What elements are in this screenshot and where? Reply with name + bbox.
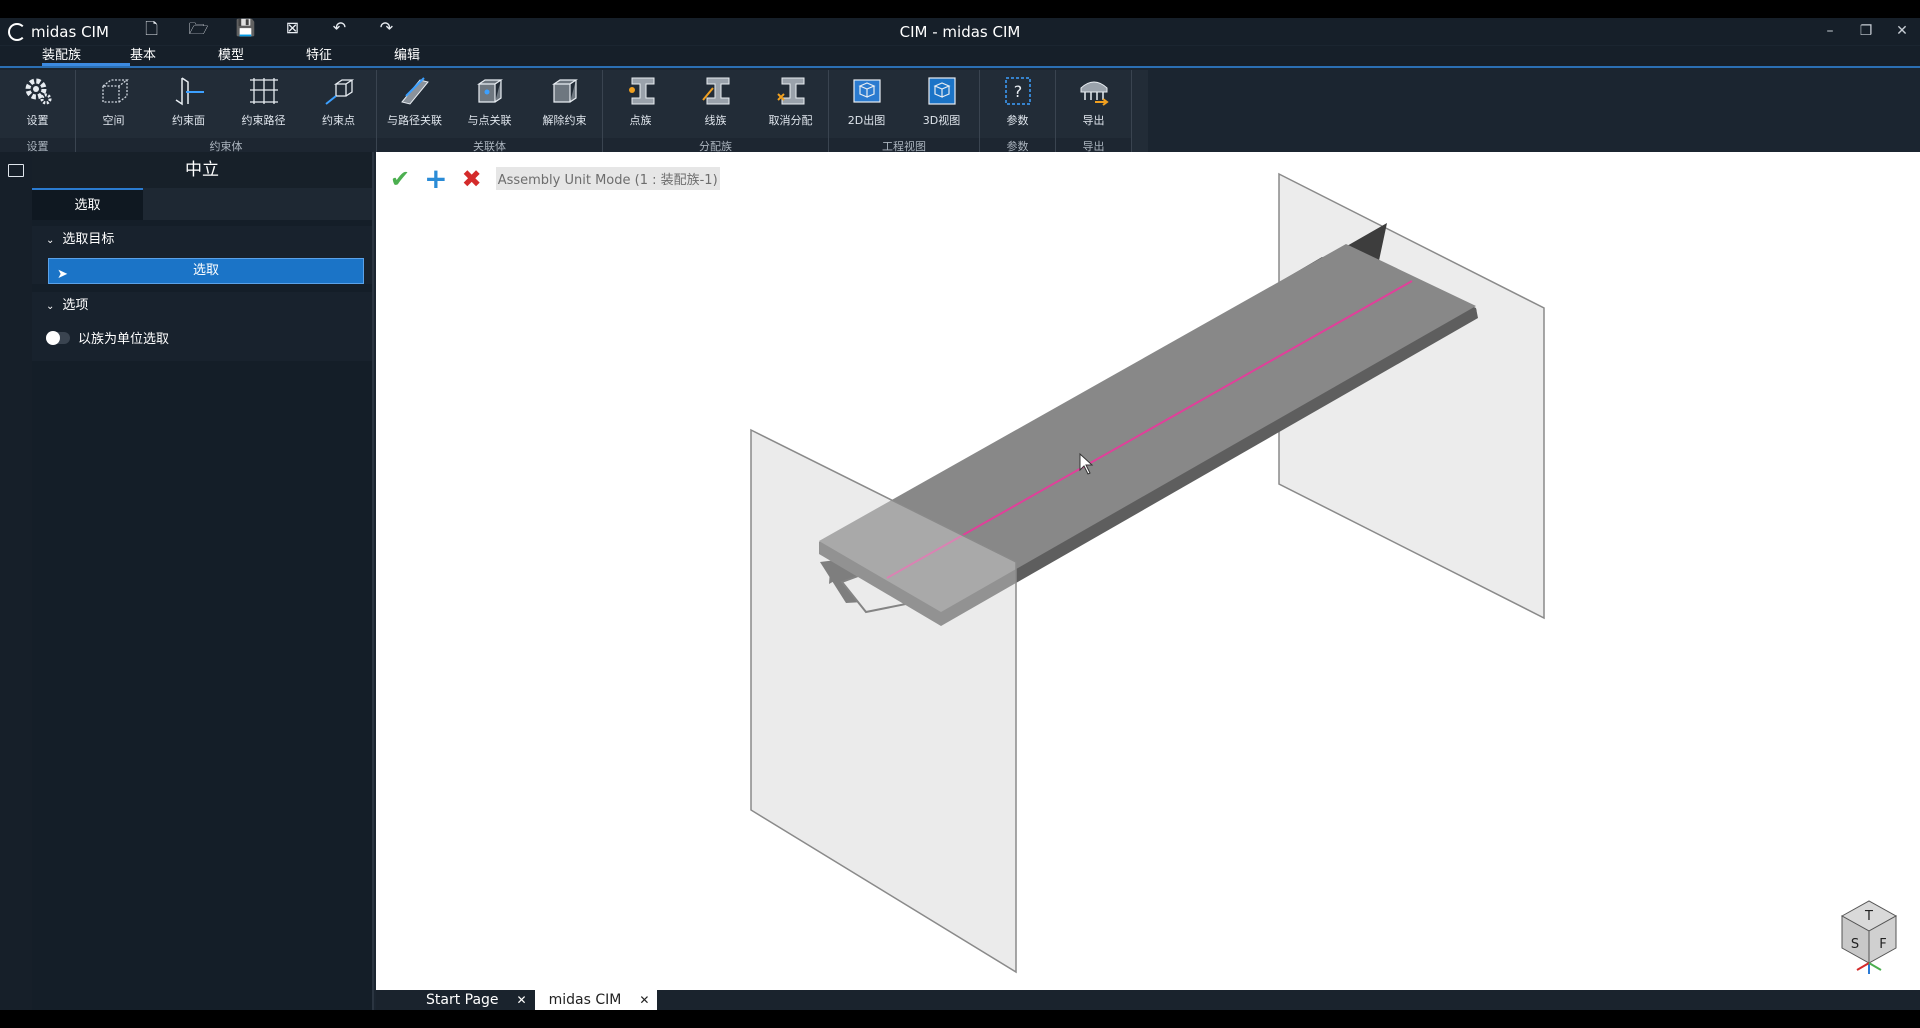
redo-icon[interactable]: ↷ <box>363 18 410 45</box>
constraint-point-icon <box>322 74 356 108</box>
chevron-down-icon: ⌄ <box>46 235 55 246</box>
path-link-icon <box>398 74 432 108</box>
constraint-plane-icon <box>172 74 206 108</box>
app-window: midas CIM 🗋 🗁 💾 ⊠ ↶ ↷ CIM - midas CIM – … <box>0 18 1920 1010</box>
export-icon <box>1077 74 1111 108</box>
menu-item-assembly[interactable]: 装配族 <box>42 46 130 66</box>
menu-item-basic[interactable]: 基本 <box>130 46 218 66</box>
menu-bar: 装配族 基本 模型 特征 编辑 <box>0 46 1920 68</box>
release-constraint-button[interactable]: 解除约束 <box>527 74 602 128</box>
svg-text:?: ? <box>1013 82 1022 101</box>
path-link-button[interactable]: 与路径关联 <box>377 74 452 128</box>
unassign-button[interactable]: 取消分配 <box>753 74 828 128</box>
constraint-path-icon <box>247 74 281 108</box>
point-link-button[interactable]: 与点关联 <box>452 74 527 128</box>
nav-cube-right-label: F <box>1879 937 1886 952</box>
nav-cube-top-label: T <box>1864 909 1873 924</box>
point-family-icon <box>624 74 658 108</box>
space-button[interactable]: 空间 <box>76 74 151 128</box>
close-icon[interactable]: ✕ <box>1884 18 1920 45</box>
view-3d-icon <box>925 74 959 108</box>
section-header[interactable]: ⌄ 选取目标 <box>32 226 372 254</box>
doc-tab-midas-cim[interactable]: midas CIM ✕ <box>534 990 658 1010</box>
section-header[interactable]: ⌄ 选项 <box>32 292 372 320</box>
view-3d-button[interactable]: 3D视图 <box>904 74 979 128</box>
panel-toggle-icon[interactable] <box>8 164 24 177</box>
restore-icon[interactable]: ❐ <box>1848 18 1884 45</box>
nav-cube-left-label: S <box>1851 937 1859 952</box>
tab-select[interactable]: 选取 <box>32 188 143 220</box>
line-family-icon <box>699 74 733 108</box>
new-file-icon[interactable]: 🗋 <box>128 18 175 45</box>
toggle-switch[interactable] <box>46 330 70 345</box>
side-strip <box>0 152 32 1010</box>
minimize-icon[interactable]: – <box>1812 18 1848 45</box>
constraint-point-button[interactable]: 约束点 <box>301 74 376 128</box>
model-scene: T S F <box>750 172 1898 974</box>
title-bar: midas CIM 🗋 🗁 💾 ⊠ ↶ ↷ CIM - midas CIM – … <box>0 18 1920 45</box>
ribbon-group-engineering-view: 2D出图 3D视图 工程视图 <box>829 70 980 153</box>
cursor-icon: ➤ <box>57 267 68 282</box>
gear-icon <box>21 74 55 108</box>
release-constraint-icon <box>548 74 582 108</box>
select-button[interactable]: ➤ 选取 <box>48 258 364 284</box>
ribbon-group-settings: 设置 设置 <box>0 70 76 153</box>
document-tab-bar: Start Page ✕ midas CIM ✕ <box>376 990 1920 1010</box>
section-select-target: ⌄ 选取目标 ➤ 选取 <box>32 226 372 284</box>
app-logo: midas CIM <box>0 22 120 41</box>
open-folder-icon[interactable]: 🗁 <box>175 18 222 45</box>
family-unit-toggle[interactable]: 以族为单位选取 <box>32 320 372 361</box>
parameter-icon: ? <box>1001 74 1035 108</box>
panel-title: 中立 <box>32 152 372 188</box>
parameter-button[interactable]: ? 参数 <box>980 74 1055 128</box>
ribbon-group-constraint-body: 空间 约束面 约束路径 约束点 约束体 <box>76 70 377 153</box>
nav-cube[interactable]: T S F <box>1840 900 1898 974</box>
space-icon <box>97 74 131 108</box>
quick-access-toolbar: 🗋 🗁 💾 ⊠ ↶ ↷ <box>128 18 410 45</box>
ribbon-group-link-body: 与路径关联 与点关联 解除约束 关联体 <box>377 70 603 153</box>
midas-logo-icon <box>8 22 26 41</box>
constraint-plane-button[interactable]: 约束面 <box>151 74 226 128</box>
close-icon[interactable]: ✕ <box>517 993 527 1007</box>
property-panel: 中立 选取 ⌄ 选取目标 ➤ 选取 ⌄ 选项 以族为单位选取 <box>32 152 374 1010</box>
menu-item-model[interactable]: 模型 <box>218 46 306 66</box>
window-controls: – ❐ ✕ <box>1812 18 1920 45</box>
chevron-down-icon: ⌄ <box>46 301 55 312</box>
export-button[interactable]: 导出 <box>1056 74 1131 128</box>
drawing-2d-button[interactable]: 2D出图 <box>829 74 904 128</box>
ribbon-group-assign-family: 点族 线族 取消分配 分配族 <box>603 70 829 153</box>
close-file-icon[interactable]: ⊠ <box>269 18 316 45</box>
logo-text: midas CIM <box>31 22 109 41</box>
line-family-button[interactable]: 线族 <box>678 74 753 128</box>
unassign-icon <box>774 74 808 108</box>
point-link-icon <box>473 74 507 108</box>
menu-item-edit[interactable]: 编辑 <box>394 46 482 66</box>
constraint-path-button[interactable]: 约束路径 <box>226 74 301 128</box>
undo-icon[interactable]: ↶ <box>316 18 363 45</box>
ribbon-group-parameter: ? 参数 参数 <box>980 70 1056 153</box>
menu-item-feature[interactable]: 特征 <box>306 46 394 66</box>
panel-tabs: 选取 <box>32 188 372 220</box>
ribbon-group-export: 导出 导出 <box>1056 70 1132 153</box>
drawing-2d-icon <box>850 74 884 108</box>
section-options: ⌄ 选项 以族为单位选取 <box>32 292 372 361</box>
3d-viewport[interactable]: ✔ + ✖ Assembly Unit Mode (1 : 装配族-1) T S <box>376 152 1920 990</box>
save-icon[interactable]: 💾 <box>222 18 269 45</box>
ribbon: 设置 设置 空间 约束面 约束路径 约束点 约束体 与路径关联 与点关联 解除约… <box>0 70 1148 153</box>
point-family-button[interactable]: 点族 <box>603 74 678 128</box>
close-icon[interactable]: ✕ <box>639 993 649 1007</box>
settings-button[interactable]: 设置 <box>0 74 75 128</box>
doc-tab-start-page[interactable]: Start Page ✕ <box>412 990 535 1010</box>
